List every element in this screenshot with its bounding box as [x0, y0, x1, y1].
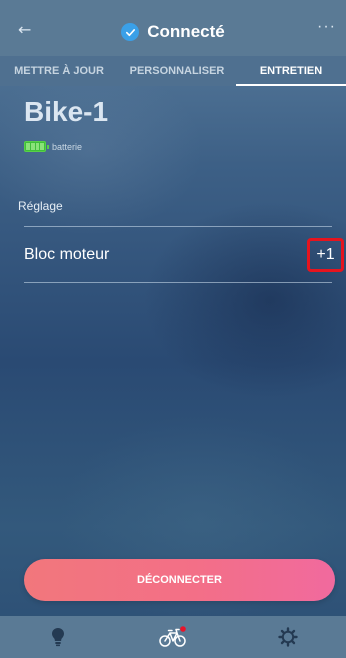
- battery-label: batterie: [52, 141, 83, 152]
- connection-status: Connecté: [0, 22, 346, 42]
- bike-icon[interactable]: [159, 626, 187, 648]
- top-bar: ← Connecté ···: [0, 0, 346, 56]
- check-circle-icon: [121, 23, 140, 41]
- app-screen: ← Connecté ··· METTRE À JOUR PERSONNALIS…: [0, 0, 346, 658]
- tab-update[interactable]: METTRE À JOUR: [0, 56, 118, 86]
- more-options-button[interactable]: ···: [317, 18, 336, 36]
- maintenance-count-badge[interactable]: +1: [307, 237, 344, 272]
- lightbulb-icon[interactable]: [51, 627, 65, 647]
- nav-item-bike[interactable]: [115, 616, 230, 658]
- battery-full-icon: [24, 141, 49, 152]
- disconnect-button[interactable]: DÉCONNECTER: [24, 559, 335, 601]
- notification-dot: [180, 626, 186, 632]
- settings-gear-icon[interactable]: [278, 627, 299, 647]
- tab-bar: METTRE À JOUR PERSONNALISER ENTRETIEN: [0, 56, 346, 86]
- page-title: Connecté: [147, 22, 225, 41]
- nav-item-tips[interactable]: [0, 616, 115, 658]
- tab-maintenance[interactable]: ENTRETIEN: [236, 56, 346, 86]
- more-horizontal-icon[interactable]: ···: [317, 18, 336, 35]
- device-name: Bike-1: [24, 96, 109, 127]
- battery-status: batterie: [24, 141, 82, 152]
- maintenance-item-motor-unit[interactable]: Bloc moteur +1: [24, 227, 344, 282]
- nav-item-settings[interactable]: [231, 616, 346, 658]
- maintenance-item-label: Bloc moteur: [24, 245, 110, 263]
- section-title: Réglage: [18, 199, 63, 213]
- bottom-navigation: [0, 616, 346, 658]
- divider: [24, 282, 332, 283]
- tab-customize[interactable]: PERSONNALISER: [118, 56, 236, 86]
